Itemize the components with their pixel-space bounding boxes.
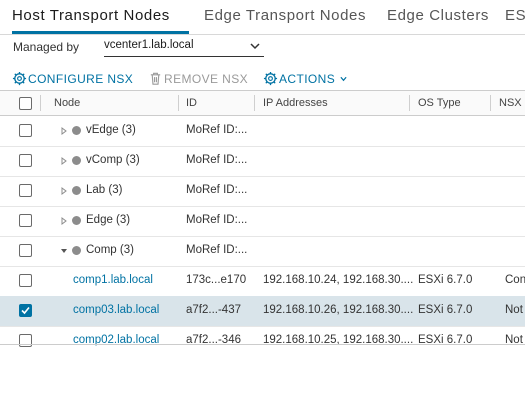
os-type: ESXi 6.7.0 [418, 304, 473, 316]
managed-by-value: vcenter1.lab.local [104, 39, 194, 51]
column-header-os-type[interactable]: OS Type [418, 97, 461, 109]
host-nodes-table: Node ID IP Addresses OS Type NSX vEdge (… [0, 90, 525, 411]
row-checkbox[interactable] [19, 124, 32, 137]
node-name: Edge (3) [86, 214, 131, 226]
checkmark-icon [21, 306, 30, 315]
active-tab-indicator [12, 31, 189, 34]
os-type: ESXi 6.7.0 [418, 274, 473, 286]
table-empty-area [0, 344, 525, 412]
tab-edge-transport-nodes[interactable]: Edge Transport Nodes [204, 7, 366, 24]
node-name: Lab (3) [86, 184, 123, 196]
status-dot-icon [72, 216, 81, 225]
tab-bar: Host Transport Nodes Edge Transport Node… [0, 0, 525, 35]
node-name: Comp (3) [86, 244, 134, 256]
ip-addresses: 192.168.10.26, 192.168.30.... [263, 304, 414, 316]
column-header-nsx[interactable]: NSX [499, 97, 522, 109]
column-header-node[interactable]: Node [54, 97, 80, 109]
table-row[interactable]: vEdge (3) MoRef ID:... [0, 116, 525, 147]
caret-down-icon[interactable] [60, 247, 68, 255]
table-row[interactable]: comp1.lab.local 173c...e170 192.168.10.2… [0, 266, 525, 297]
node-name: vComp (3) [86, 154, 140, 166]
row-checkbox[interactable] [19, 304, 32, 317]
nsx-status: Not [505, 304, 523, 316]
row-checkbox[interactable] [19, 214, 32, 227]
table-header: Node ID IP Addresses OS Type NSX [0, 91, 525, 116]
caret-right-icon[interactable] [60, 157, 68, 165]
node-id: MoRef ID:... [186, 214, 248, 226]
tab-overflow[interactable]: ES [505, 7, 525, 24]
node-id: MoRef ID:... [186, 124, 248, 136]
table-row[interactable]: Comp (3) MoRef ID:... [0, 236, 525, 267]
node-name: vEdge (3) [86, 124, 136, 136]
remove-nsx-label: REMOVE NSX [164, 72, 249, 86]
tab-edge-clusters[interactable]: Edge Clusters [387, 7, 489, 24]
caret-right-icon[interactable] [60, 187, 68, 195]
column-divider [490, 95, 491, 111]
table-row-selected[interactable]: comp03.lab.local a7f2...-437 192.168.10.… [0, 296, 525, 327]
chevron-down-icon [340, 76, 347, 82]
row-checkbox[interactable] [19, 184, 32, 197]
column-header-ip-addresses[interactable]: IP Addresses [263, 97, 328, 109]
gear-icon [12, 71, 27, 86]
caret-right-icon[interactable] [60, 217, 68, 225]
gear-icon [263, 71, 278, 86]
node-id: 173c...e170 [186, 274, 247, 286]
ip-addresses: 192.168.10.24, 192.168.30.... [263, 274, 414, 286]
caret-right-icon[interactable] [60, 127, 68, 135]
table-row[interactable]: Edge (3) MoRef ID:... [0, 206, 525, 237]
table-row[interactable]: Lab (3) MoRef ID:... [0, 176, 525, 207]
status-dot-icon [72, 186, 81, 195]
select-all-checkbox[interactable] [19, 97, 32, 110]
node-id: MoRef ID:... [186, 154, 248, 166]
node-id: MoRef ID:... [186, 184, 248, 196]
trash-icon [150, 72, 161, 85]
managed-by-select[interactable]: vcenter1.lab.local [104, 38, 264, 57]
chevron-down-icon [250, 43, 260, 50]
actions-label: ACTIONS [279, 72, 336, 86]
row-checkbox[interactable] [19, 274, 32, 287]
node-id: a7f2...-437 [186, 304, 241, 316]
status-dot-icon [72, 246, 81, 255]
row-checkbox[interactable] [19, 154, 32, 167]
host-link[interactable]: comp1.lab.local [73, 274, 153, 286]
column-divider [409, 95, 410, 111]
column-header-id[interactable]: ID [186, 97, 197, 109]
node-id: MoRef ID:... [186, 244, 248, 256]
column-divider [254, 95, 255, 111]
managed-by-label: Managed by [13, 40, 80, 54]
column-divider [40, 95, 41, 111]
column-divider [178, 95, 179, 111]
host-link[interactable]: comp03.lab.local [73, 304, 159, 316]
row-checkbox[interactable] [19, 244, 32, 257]
status-dot-icon [72, 126, 81, 135]
configure-nsx-label: CONFIGURE NSX [28, 72, 134, 86]
nsx-status: Con [505, 274, 525, 286]
status-dot-icon [72, 156, 81, 165]
tab-host-transport-nodes[interactable]: Host Transport Nodes [12, 7, 170, 24]
table-row[interactable]: vComp (3) MoRef ID:... [0, 146, 525, 177]
